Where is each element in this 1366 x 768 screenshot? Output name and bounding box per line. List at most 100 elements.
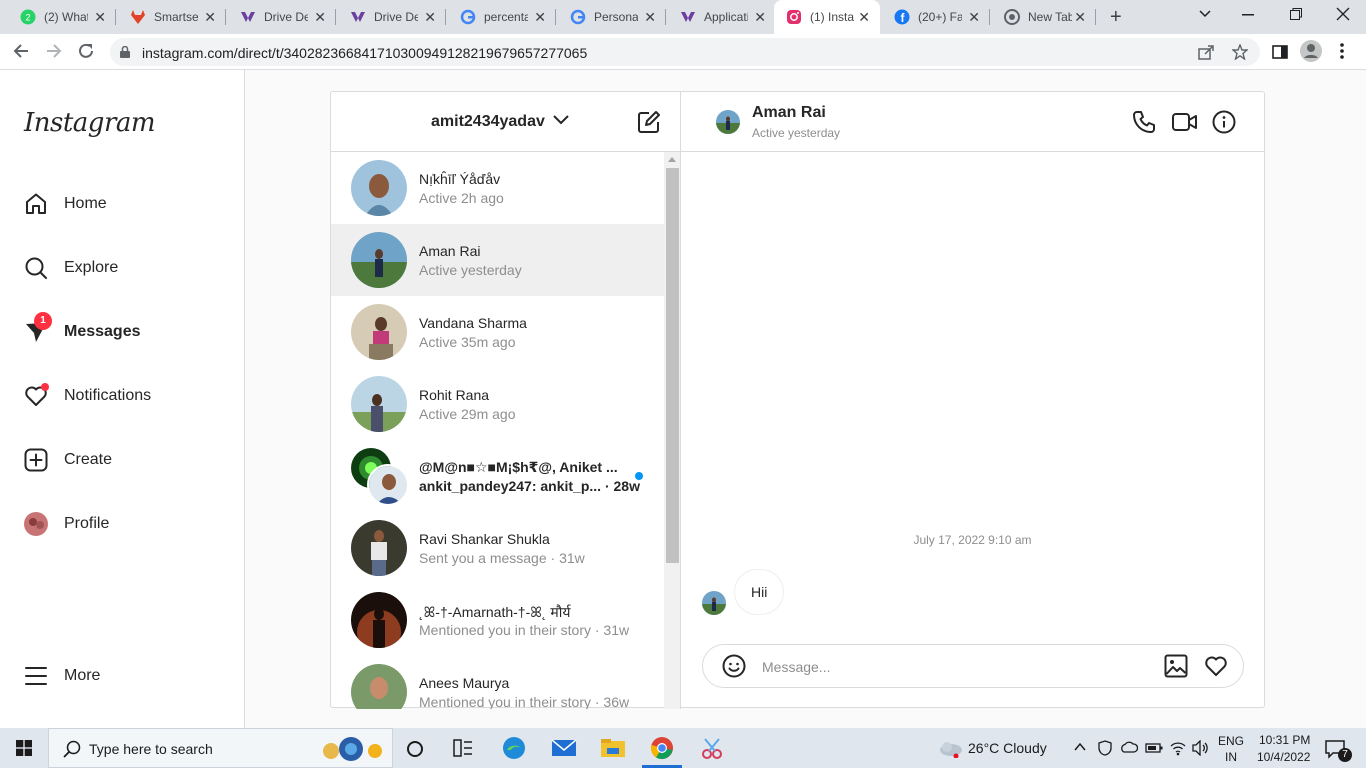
conversation-list[interactable]: Nı̣̍kĥīľ Ýåďåv Active 2h ago Aman Rai Ac… bbox=[331, 152, 681, 709]
sidebar-item-explore[interactable]: Explore bbox=[24, 254, 118, 282]
browser-tab[interactable]: percentage ✕ bbox=[448, 0, 556, 34]
sidebar-item-more[interactable]: More bbox=[24, 662, 100, 690]
browser-tab[interactable]: Drive Details ✕ bbox=[338, 0, 446, 34]
restore-button[interactable] bbox=[1290, 8, 1302, 20]
avatar[interactable] bbox=[702, 591, 726, 615]
sidebar-item-notifications[interactable]: Notifications bbox=[24, 382, 151, 410]
weather-text[interactable]: 26°C Cloudy bbox=[968, 740, 1047, 756]
close-icon[interactable]: ✕ bbox=[424, 10, 436, 24]
mail-icon[interactable] bbox=[551, 736, 577, 760]
lock-icon bbox=[120, 46, 130, 58]
instagram-logo[interactable]: Instagram bbox=[24, 108, 156, 138]
volume-icon[interactable] bbox=[1192, 740, 1210, 756]
show-hidden-icons-chevron-icon[interactable] bbox=[1073, 740, 1087, 754]
browser-tab[interactable]: Application ✕ bbox=[668, 0, 776, 34]
taskbar-search-placeholder: Type here to search bbox=[89, 741, 213, 757]
scroll-up-arrow-icon[interactable] bbox=[668, 157, 676, 162]
main-content: amit2434yadav Nı̣̍kĥīľ Ýåďåv Active 2h a… bbox=[245, 70, 1366, 728]
side-panel-icon[interactable] bbox=[1272, 44, 1288, 60]
conversation-item[interactable]: Nı̣̍kĥīľ Ýåďåv Active 2h ago bbox=[331, 152, 664, 224]
account-username[interactable]: amit2434yadav bbox=[431, 113, 545, 131]
sidebar-item-create[interactable]: Create bbox=[24, 446, 112, 474]
close-icon[interactable]: ✕ bbox=[968, 10, 980, 24]
close-icon[interactable]: ✕ bbox=[204, 10, 216, 24]
conversation-item[interactable]: Anees Maurya Mentioned you in their stor… bbox=[331, 656, 664, 709]
conversation-name: ˛ꕤ-†-Amarnath-†-ꕤ˛ मौर्य bbox=[419, 604, 571, 620]
conversation-item-group[interactable]: @M@n■☆■M¡$h₹@, Aniket ... ankit_pandey24… bbox=[331, 440, 664, 512]
defender-icon[interactable] bbox=[1098, 740, 1112, 756]
clock-time[interactable]: 10:31 PM bbox=[1259, 733, 1310, 747]
message-bubble[interactable]: Hii bbox=[734, 569, 785, 615]
browser-tab-strip: 2 (2) WhatsApp ✕ Smartsell ✕ Drive Detai… bbox=[0, 0, 1366, 34]
sidebar-item-label: More bbox=[64, 667, 101, 684]
forward-button[interactable] bbox=[45, 42, 63, 60]
phone-call-icon[interactable] bbox=[1132, 110, 1156, 134]
clock-date[interactable]: 10/4/2022 bbox=[1257, 750, 1310, 764]
close-icon[interactable]: ✕ bbox=[534, 10, 546, 24]
conversation-item[interactable]: ˛ꕤ-†-Amarnath-†-ꕤ˛ मौर्य Mentioned you i… bbox=[331, 584, 664, 656]
close-icon[interactable]: ✕ bbox=[94, 10, 106, 24]
windows-taskbar: Type here to search 26°C Cloudy ENG IN 1… bbox=[0, 728, 1366, 768]
windows-start-icon[interactable] bbox=[16, 740, 40, 764]
sidebar-item-profile[interactable]: Profile bbox=[24, 510, 109, 538]
info-icon[interactable] bbox=[1212, 110, 1236, 134]
emoji-icon[interactable] bbox=[722, 654, 746, 678]
chevron-down-icon[interactable] bbox=[552, 114, 570, 126]
close-icon[interactable]: ✕ bbox=[644, 10, 656, 24]
onedrive-icon[interactable] bbox=[1120, 741, 1138, 753]
menu-kebab-icon[interactable] bbox=[1340, 43, 1344, 59]
minimize-button[interactable] bbox=[1242, 14, 1254, 16]
reload-button[interactable] bbox=[77, 42, 95, 60]
close-icon[interactable]: ✕ bbox=[754, 10, 766, 24]
thread-contact-name[interactable]: Aman Rai bbox=[752, 104, 826, 122]
video-call-icon[interactable] bbox=[1172, 110, 1198, 134]
chrome-icon[interactable] bbox=[650, 736, 674, 760]
heart-like-icon[interactable] bbox=[1204, 654, 1228, 678]
snipping-tool-icon[interactable] bbox=[700, 736, 724, 760]
profile-avatar-icon[interactable] bbox=[1300, 40, 1322, 62]
conversation-list-scrollbar[interactable] bbox=[664, 152, 680, 709]
message-input[interactable] bbox=[762, 656, 1142, 678]
avatar bbox=[351, 592, 407, 648]
close-icon[interactable]: ✕ bbox=[858, 10, 870, 24]
share-icon[interactable] bbox=[1198, 44, 1214, 60]
wifi-icon[interactable] bbox=[1170, 740, 1186, 756]
close-icon[interactable]: ✕ bbox=[314, 10, 326, 24]
browser-tab[interactable]: Smartsell ✕ bbox=[118, 0, 226, 34]
weather-cloud-icon[interactable] bbox=[938, 740, 962, 764]
widgets-icon[interactable] bbox=[452, 738, 476, 762]
conversation-item[interactable]: Vandana Sharma Active 35m ago bbox=[331, 296, 664, 368]
close-icon[interactable]: ✕ bbox=[1074, 10, 1086, 24]
avatar bbox=[351, 304, 407, 360]
conversation-item-selected[interactable]: Aman Rai Active yesterday bbox=[331, 224, 664, 296]
task-view-icon[interactable] bbox=[405, 739, 429, 763]
taskbar-search-box[interactable]: Type here to search bbox=[48, 728, 393, 768]
file-explorer-icon[interactable] bbox=[600, 736, 625, 760]
conversation-item[interactable]: Rohit Rana Active 29m ago bbox=[331, 368, 664, 440]
language-code[interactable]: ENG bbox=[1218, 734, 1244, 748]
sidebar-item-home[interactable]: Home bbox=[24, 190, 107, 218]
scrollbar-thumb[interactable] bbox=[666, 168, 679, 563]
tab-search-icon[interactable] bbox=[1198, 6, 1212, 20]
browser-tab[interactable]: f (20+) Facebook ✕ bbox=[882, 0, 990, 34]
browser-tab[interactable]: Personal ✕ bbox=[558, 0, 666, 34]
battery-icon[interactable] bbox=[1145, 742, 1163, 754]
browser-tab[interactable]: 2 (2) WhatsApp ✕ bbox=[8, 0, 116, 34]
new-message-icon[interactable] bbox=[637, 110, 661, 134]
image-upload-icon[interactable] bbox=[1164, 654, 1188, 678]
new-tab-button[interactable]: + bbox=[1110, 6, 1122, 29]
bookmark-star-icon[interactable] bbox=[1232, 44, 1248, 60]
browser-tab[interactable]: Drive Details ✕ bbox=[228, 0, 336, 34]
tab-title: (20+) Facebook bbox=[918, 10, 962, 24]
avatar[interactable] bbox=[716, 110, 740, 134]
browser-tab-active[interactable]: (1) Instagram ✕ bbox=[774, 0, 880, 34]
conversation-item[interactable]: Ravi Shankar Shukla Sent you a message ·… bbox=[331, 512, 664, 584]
language-region[interactable]: IN bbox=[1225, 750, 1237, 764]
browser-tab[interactable]: New Tab ✕ bbox=[992, 0, 1096, 34]
edge-icon[interactable] bbox=[502, 736, 526, 760]
close-window-button[interactable] bbox=[1336, 7, 1350, 21]
back-button[interactable] bbox=[12, 42, 30, 60]
url-text: instagram.com/direct/t/34028236684171030… bbox=[142, 45, 588, 61]
sidebar-item-messages[interactable]: 1 Messages bbox=[24, 312, 141, 346]
address-bar[interactable]: instagram.com/direct/t/34028236684171030… bbox=[110, 38, 1260, 66]
